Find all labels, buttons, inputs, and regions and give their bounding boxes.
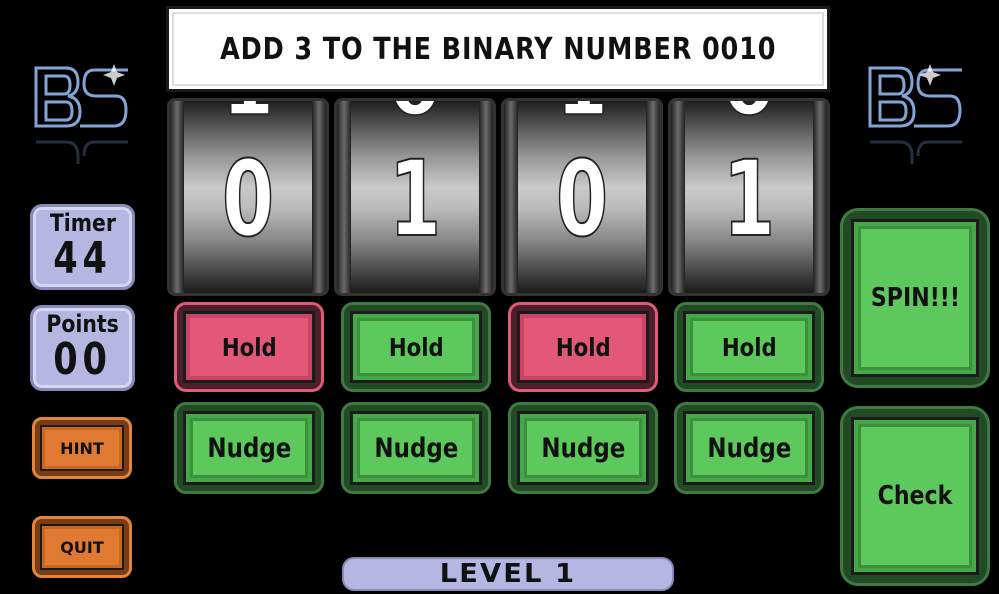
hint-button[interactable]: HINT	[32, 417, 132, 479]
hint-button-label[interactable]: HINT	[40, 425, 124, 471]
nudge-button-4-face[interactable]: Nudge	[683, 411, 815, 485]
spin-button-face[interactable]: SPIN!!!	[851, 219, 979, 377]
hold-button-3-label: Hold	[555, 332, 611, 362]
nudge-button-2-face[interactable]: Nudge	[350, 411, 482, 485]
timer-panel: Timer 44	[30, 204, 135, 290]
timer-value: 44	[53, 233, 112, 284]
nudge-button-4-label: Nudge	[707, 432, 791, 464]
spin-button[interactable]: SPIN!!!	[840, 208, 990, 388]
nudge-button-2[interactable]: Nudge	[341, 402, 491, 494]
hold-button-2-label: Hold	[388, 332, 444, 362]
reel-3-digit: 0	[555, 138, 609, 260]
check-button-face[interactable]: Check	[851, 417, 979, 575]
hold-button-4-face[interactable]: Hold	[683, 311, 815, 383]
bs-logo-right	[862, 58, 972, 178]
nudge-button-1-label: Nudge	[207, 432, 291, 464]
spin-button-label: SPIN!!!	[870, 283, 960, 313]
nudge-button-3[interactable]: Nudge	[508, 402, 658, 494]
question-banner: ADD 3 TO THE BINARY NUMBER 0010	[166, 6, 830, 92]
check-button-label: Check	[877, 481, 953, 511]
reel-3: 1 0 1	[501, 98, 663, 296]
reel-2: 0 1 2	[334, 98, 496, 296]
nudge-button-3-face[interactable]: Nudge	[517, 411, 649, 485]
reel-1: 1 0 1	[167, 98, 329, 296]
reel-1-above-digit: 1	[192, 101, 304, 134]
hold-button-1-label: Hold	[221, 332, 277, 362]
question-text: ADD 3 TO THE BINARY NUMBER 0010	[219, 31, 777, 67]
reel-2-above-digit: 0	[359, 101, 471, 134]
bs-logo-icon	[868, 64, 962, 164]
hold-button-4-label: Hold	[721, 332, 777, 362]
check-button[interactable]: Check	[840, 406, 990, 586]
hold-button-2[interactable]: Hold	[341, 302, 491, 392]
reel-1-digit: 0	[221, 138, 275, 260]
hold-button-3-face[interactable]: Hold	[517, 311, 649, 383]
reel-4-digit: 1	[722, 138, 776, 260]
quit-button-label[interactable]: QUIT	[40, 524, 124, 570]
nudge-button-2-label: Nudge	[374, 432, 458, 464]
quit-button[interactable]: QUIT	[32, 516, 132, 578]
reel-2-digit: 1	[388, 138, 442, 260]
reel-4-above-digit: 0	[693, 101, 805, 134]
nudge-button-1-face[interactable]: Nudge	[183, 411, 315, 485]
nudge-button-4[interactable]: Nudge	[674, 402, 824, 494]
points-value: 00	[53, 334, 112, 385]
reel-3-above-digit: 1	[526, 101, 638, 134]
reel-4: 0 1 2	[668, 98, 830, 296]
hold-button-1[interactable]: Hold	[174, 302, 324, 392]
hold-button-4[interactable]: Hold	[674, 302, 824, 392]
hold-button-1-face[interactable]: Hold	[183, 311, 315, 383]
level-indicator: LEVEL 1	[342, 557, 674, 591]
points-panel: Points 00	[30, 305, 135, 391]
nudge-button-3-label: Nudge	[541, 432, 625, 464]
level-label: LEVEL 1	[439, 559, 577, 589]
nudge-button-1[interactable]: Nudge	[174, 402, 324, 494]
bs-logo-icon	[34, 64, 128, 164]
hold-button-3[interactable]: Hold	[508, 302, 658, 392]
hold-button-2-face[interactable]: Hold	[350, 311, 482, 383]
bs-logo-left	[28, 58, 138, 178]
